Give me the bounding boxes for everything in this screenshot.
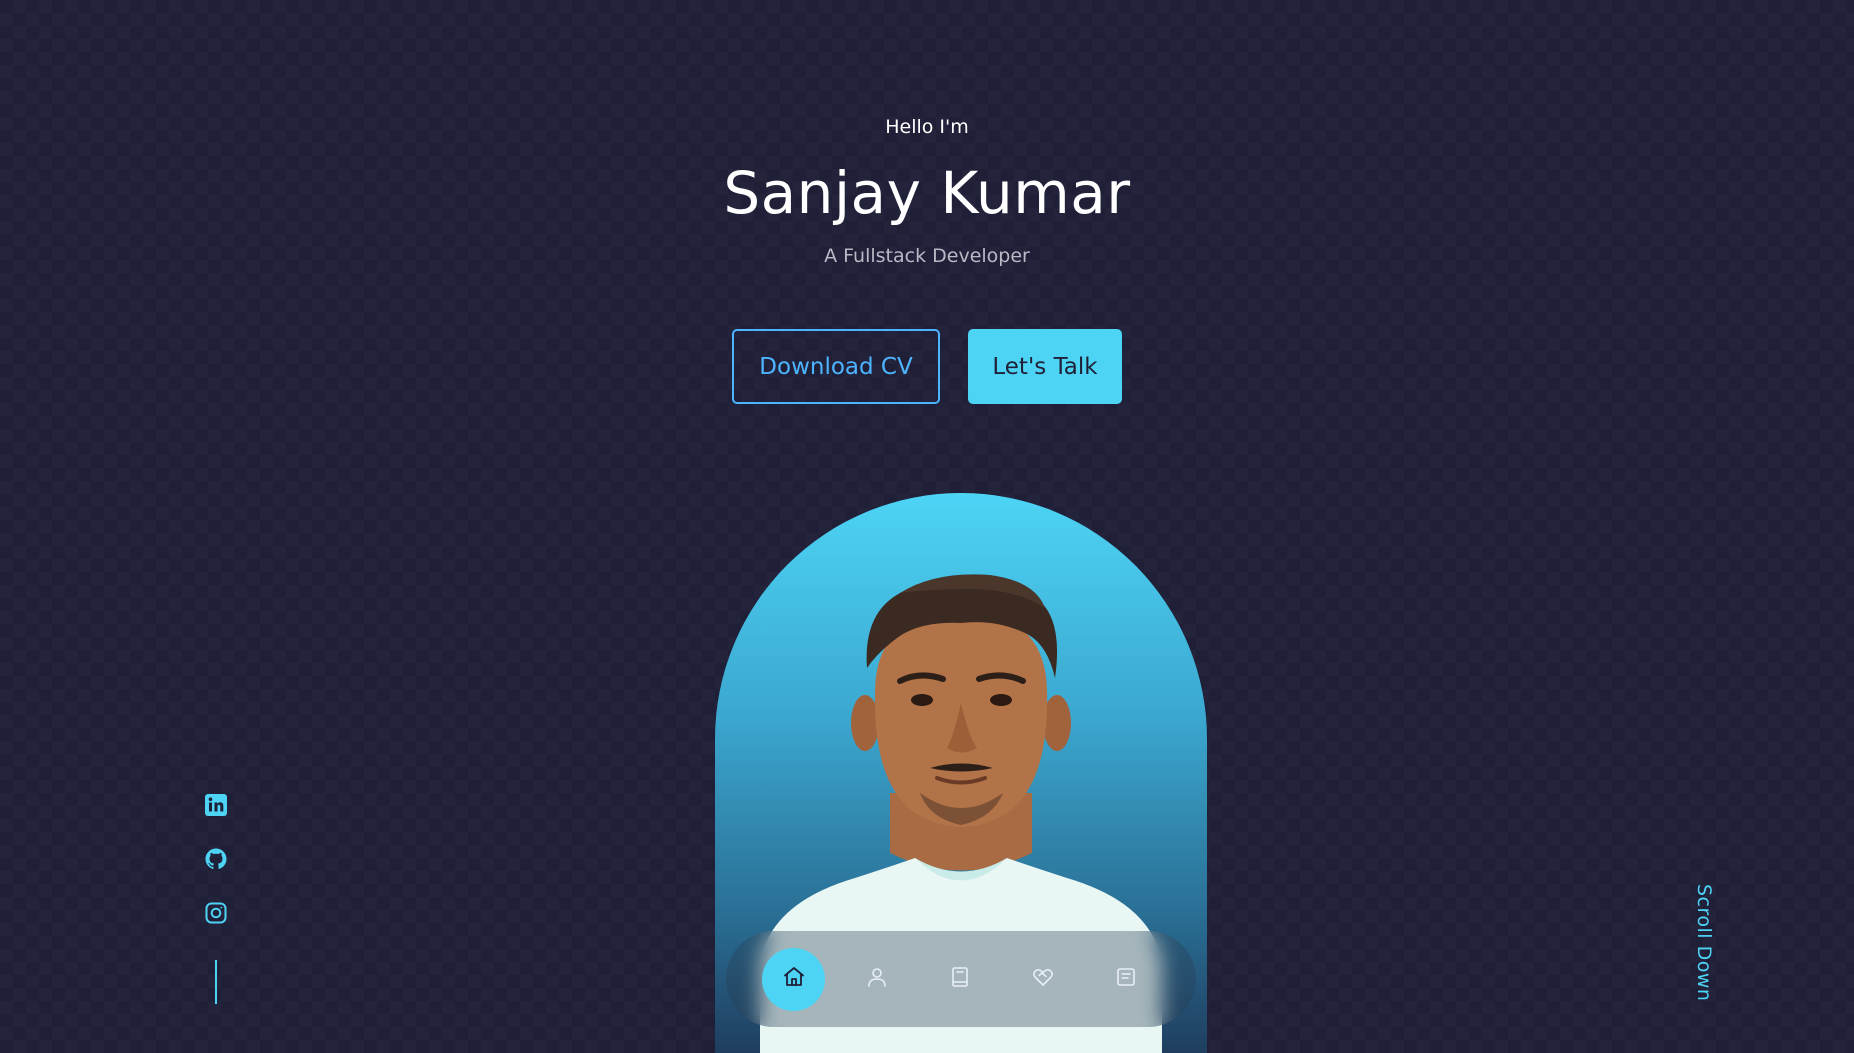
social-links <box>203 794 229 928</box>
github-link[interactable] <box>203 848 229 874</box>
linkedin-icon <box>204 793 228 821</box>
message-icon <box>1114 965 1138 993</box>
user-icon <box>865 965 889 993</box>
scroll-down-link[interactable]: Scroll Down <box>1693 884 1715 1001</box>
hero-role: A Fullstack Developer <box>824 245 1030 267</box>
nav-contact[interactable] <box>1094 948 1157 1011</box>
social-divider-line <box>215 960 217 1004</box>
linkedin-link[interactable] <box>203 794 229 820</box>
lets-talk-button[interactable]: Let's Talk <box>968 329 1122 404</box>
nav-about[interactable] <box>845 948 908 1011</box>
instagram-link[interactable] <box>203 902 229 928</box>
greeting: Hello I'm <box>885 116 969 138</box>
github-icon <box>204 847 228 875</box>
heart-handshake-icon <box>1031 965 1055 993</box>
book-icon <box>948 965 972 993</box>
bottom-nav <box>726 931 1196 1027</box>
home-icon <box>782 965 806 993</box>
instagram-icon <box>204 901 228 929</box>
nav-home[interactable] <box>762 947 825 1011</box>
nav-services[interactable] <box>1011 948 1074 1011</box>
nav-experience[interactable] <box>928 948 991 1011</box>
cta-group: Download CV Let's Talk <box>0 329 1854 404</box>
hero-name: Sanjay Kumar <box>723 159 1131 227</box>
download-cv-button[interactable]: Download CV <box>732 329 940 404</box>
